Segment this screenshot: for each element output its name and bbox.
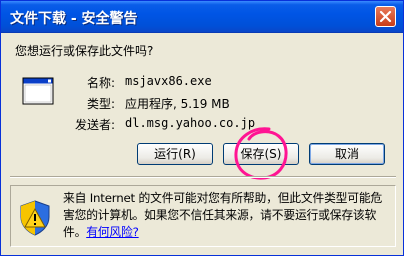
close-button[interactable]: [375, 6, 396, 27]
file-type: 应用程序, 5.19 MB: [125, 97, 230, 111]
run-button[interactable]: 运行(R): [137, 143, 213, 165]
from-label: 发送者:: [75, 118, 116, 132]
question-text: 您想运行或保存此文件吗?: [15, 44, 154, 58]
close-icon: [379, 10, 392, 23]
file-source: dl.msg.yahoo.co.jp: [125, 116, 256, 130]
type-label: 类型:: [86, 97, 115, 111]
application-icon: [22, 77, 54, 105]
file-name: msjavx86.exe: [125, 74, 212, 88]
cancel-button[interactable]: 取消: [309, 143, 385, 165]
name-label: 名称:: [86, 76, 115, 90]
security-warning-text: 来自 Internet 的文件可能对您有所帮助，但此文件类型可能危害您的计算机。…: [63, 190, 391, 241]
window-title: 文件下载 - 安全警告: [10, 11, 138, 27]
separator: [10, 176, 396, 178]
risk-link[interactable]: 有何风险?: [86, 225, 139, 239]
security-shield-icon: [20, 200, 50, 236]
file-download-dialog: 文件下载 - 安全警告 您想运行或保存此文件吗? 名称: msjavx86.ex…: [0, 0, 404, 256]
save-button[interactable]: 保存(S): [223, 143, 299, 165]
title-bar[interactable]: 文件下载 - 安全警告: [1, 1, 403, 33]
